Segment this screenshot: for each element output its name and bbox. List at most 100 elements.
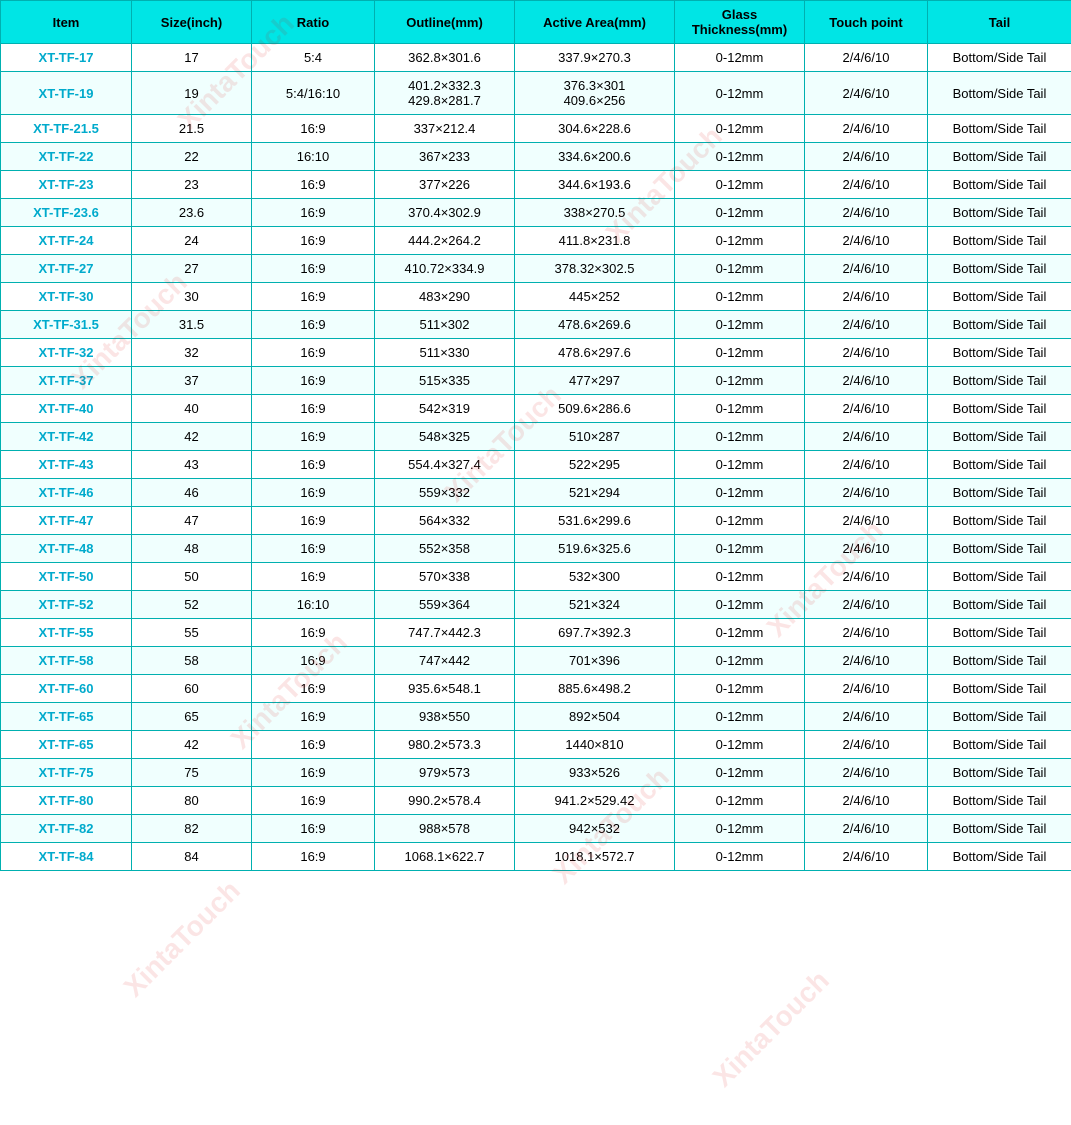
cell-r22-c3: 935.6×548.1 bbox=[375, 675, 515, 703]
cell-r27-c0: XT-TF-82 bbox=[1, 815, 132, 843]
cell-r28-c1: 84 bbox=[132, 843, 252, 871]
cell-r20-c5: 0-12mm bbox=[675, 619, 805, 647]
cell-r4-c2: 16:9 bbox=[252, 171, 375, 199]
cell-r12-c1: 40 bbox=[132, 395, 252, 423]
cell-r10-c2: 16:9 bbox=[252, 339, 375, 367]
cell-r24-c1: 42 bbox=[132, 731, 252, 759]
cell-r23-c7: Bottom/Side Tail bbox=[928, 703, 1071, 731]
cell-r5-c5: 0-12mm bbox=[675, 199, 805, 227]
cell-r22-c5: 0-12mm bbox=[675, 675, 805, 703]
cell-r21-c6: 2/4/6/10 bbox=[805, 647, 928, 675]
cell-r17-c1: 48 bbox=[132, 535, 252, 563]
cell-r18-c7: Bottom/Side Tail bbox=[928, 563, 1071, 591]
cell-r1-c4: 376.3×301 409.6×256 bbox=[515, 72, 675, 115]
cell-r8-c4: 445×252 bbox=[515, 283, 675, 311]
cell-r28-c7: Bottom/Side Tail bbox=[928, 843, 1071, 871]
cell-r4-c5: 0-12mm bbox=[675, 171, 805, 199]
header-col-5: Glass Thickness(mm) bbox=[675, 1, 805, 44]
cell-r22-c6: 2/4/6/10 bbox=[805, 675, 928, 703]
cell-r8-c0: XT-TF-30 bbox=[1, 283, 132, 311]
cell-r14-c3: 554.4×327.4 bbox=[375, 451, 515, 479]
cell-r14-c2: 16:9 bbox=[252, 451, 375, 479]
cell-r7-c1: 27 bbox=[132, 255, 252, 283]
cell-r13-c2: 16:9 bbox=[252, 423, 375, 451]
cell-r28-c0: XT-TF-84 bbox=[1, 843, 132, 871]
table-row: XT-TF-424216:9548×325510×2870-12mm2/4/6/… bbox=[1, 423, 1071, 451]
table-row: XT-TF-828216:9988×578942×5320-12mm2/4/6/… bbox=[1, 815, 1071, 843]
cell-r13-c5: 0-12mm bbox=[675, 423, 805, 451]
cell-r14-c0: XT-TF-43 bbox=[1, 451, 132, 479]
cell-r7-c7: Bottom/Side Tail bbox=[928, 255, 1071, 283]
cell-r19-c7: Bottom/Side Tail bbox=[928, 591, 1071, 619]
cell-r9-c3: 511×302 bbox=[375, 311, 515, 339]
cell-r15-c3: 559×332 bbox=[375, 479, 515, 507]
table-row: XT-TF-484816:9552×358519.6×325.60-12mm2/… bbox=[1, 535, 1071, 563]
cell-r26-c2: 16:9 bbox=[252, 787, 375, 815]
cell-r25-c5: 0-12mm bbox=[675, 759, 805, 787]
cell-r21-c4: 701×396 bbox=[515, 647, 675, 675]
cell-r19-c5: 0-12mm bbox=[675, 591, 805, 619]
cell-r6-c4: 411.8×231.8 bbox=[515, 227, 675, 255]
cell-r16-c2: 16:9 bbox=[252, 507, 375, 535]
table-row: XT-TF-222216:10367×233334.6×200.60-12mm2… bbox=[1, 143, 1071, 171]
table-row: XT-TF-272716:9410.72×334.9378.32×302.50-… bbox=[1, 255, 1071, 283]
cell-r7-c0: XT-TF-27 bbox=[1, 255, 132, 283]
cell-r2-c1: 21.5 bbox=[132, 115, 252, 143]
cell-r25-c0: XT-TF-75 bbox=[1, 759, 132, 787]
cell-r15-c4: 521×294 bbox=[515, 479, 675, 507]
cell-r26-c6: 2/4/6/10 bbox=[805, 787, 928, 815]
cell-r22-c0: XT-TF-60 bbox=[1, 675, 132, 703]
cell-r5-c7: Bottom/Side Tail bbox=[928, 199, 1071, 227]
cell-r16-c4: 531.6×299.6 bbox=[515, 507, 675, 535]
cell-r15-c5: 0-12mm bbox=[675, 479, 805, 507]
cell-r19-c3: 559×364 bbox=[375, 591, 515, 619]
cell-r18-c2: 16:9 bbox=[252, 563, 375, 591]
cell-r21-c1: 58 bbox=[132, 647, 252, 675]
table-row: XT-TF-654216:9980.2×573.31440×8100-12mm2… bbox=[1, 731, 1071, 759]
cell-r25-c2: 16:9 bbox=[252, 759, 375, 787]
cell-r2-c4: 304.6×228.6 bbox=[515, 115, 675, 143]
cell-r20-c4: 697.7×392.3 bbox=[515, 619, 675, 647]
cell-r27-c7: Bottom/Side Tail bbox=[928, 815, 1071, 843]
cell-r4-c0: XT-TF-23 bbox=[1, 171, 132, 199]
cell-r12-c2: 16:9 bbox=[252, 395, 375, 423]
cell-r12-c4: 509.6×286.6 bbox=[515, 395, 675, 423]
cell-r17-c2: 16:9 bbox=[252, 535, 375, 563]
table-row: XT-TF-17175:4362.8×301.6337.9×270.30-12m… bbox=[1, 44, 1071, 72]
cell-r14-c6: 2/4/6/10 bbox=[805, 451, 928, 479]
cell-r0-c4: 337.9×270.3 bbox=[515, 44, 675, 72]
cell-r6-c3: 444.2×264.2 bbox=[375, 227, 515, 255]
cell-r4-c3: 377×226 bbox=[375, 171, 515, 199]
header-col-2: Ratio bbox=[252, 1, 375, 44]
cell-r17-c0: XT-TF-48 bbox=[1, 535, 132, 563]
cell-r21-c5: 0-12mm bbox=[675, 647, 805, 675]
cell-r21-c3: 747×442 bbox=[375, 647, 515, 675]
cell-r17-c3: 552×358 bbox=[375, 535, 515, 563]
cell-r18-c0: XT-TF-50 bbox=[1, 563, 132, 591]
cell-r27-c5: 0-12mm bbox=[675, 815, 805, 843]
cell-r3-c4: 334.6×200.6 bbox=[515, 143, 675, 171]
cell-r23-c6: 2/4/6/10 bbox=[805, 703, 928, 731]
cell-r1-c1: 19 bbox=[132, 72, 252, 115]
cell-r2-c7: Bottom/Side Tail bbox=[928, 115, 1071, 143]
cell-r10-c4: 478.6×297.6 bbox=[515, 339, 675, 367]
cell-r11-c3: 515×335 bbox=[375, 367, 515, 395]
cell-r12-c3: 542×319 bbox=[375, 395, 515, 423]
cell-r17-c5: 0-12mm bbox=[675, 535, 805, 563]
header-col-0: Item bbox=[1, 1, 132, 44]
cell-r1-c2: 5:4/16:10 bbox=[252, 72, 375, 115]
product-table: ItemSize(inch)RatioOutline(mm)Active Are… bbox=[0, 0, 1071, 871]
cell-r12-c0: XT-TF-40 bbox=[1, 395, 132, 423]
cell-r14-c7: Bottom/Side Tail bbox=[928, 451, 1071, 479]
cell-r25-c7: Bottom/Side Tail bbox=[928, 759, 1071, 787]
cell-r5-c2: 16:9 bbox=[252, 199, 375, 227]
cell-r24-c7: Bottom/Side Tail bbox=[928, 731, 1071, 759]
cell-r18-c6: 2/4/6/10 bbox=[805, 563, 928, 591]
cell-r0-c7: Bottom/Side Tail bbox=[928, 44, 1071, 72]
cell-r9-c5: 0-12mm bbox=[675, 311, 805, 339]
cell-r28-c5: 0-12mm bbox=[675, 843, 805, 871]
cell-r15-c6: 2/4/6/10 bbox=[805, 479, 928, 507]
cell-r10-c0: XT-TF-32 bbox=[1, 339, 132, 367]
cell-r1-c6: 2/4/6/10 bbox=[805, 72, 928, 115]
cell-r16-c7: Bottom/Side Tail bbox=[928, 507, 1071, 535]
